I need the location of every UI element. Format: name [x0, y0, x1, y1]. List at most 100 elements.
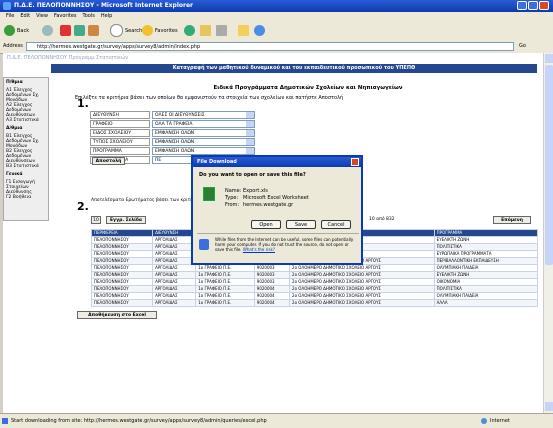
address-input[interactable]: http://hermes.westgate.gr/survey/apps/su… — [26, 42, 514, 51]
table-cell: ΠΕΛΟΠΟΝΝΗΣΟΥ — [90, 243, 154, 251]
submit-button[interactable]: Αποστολή — [92, 157, 125, 165]
open-button[interactable]: Open — [251, 220, 281, 229]
star-icon — [142, 25, 153, 36]
refresh-icon — [74, 25, 85, 36]
excel-file-icon — [203, 187, 215, 201]
filter-row: ΤΥΠΟΣ ΣΧΟΛΕΙΟΥ ΕΜΦΑΝΙΣΗ ΟΛΩΝ — [90, 138, 290, 147]
messenger-button[interactable] — [254, 24, 267, 38]
from-value: hermes.westgate.gr — [243, 202, 294, 208]
refresh-button[interactable] — [74, 24, 87, 38]
filter-select[interactable]: ΕΜΦΑΝΙΣΗ ΟΛΩΝ — [152, 138, 255, 146]
dialog-title: File Download — [197, 159, 237, 165]
sidebar-item[interactable]: Γ2 Βοήθεια — [6, 195, 46, 200]
table-cell: ΑΡΓΟΛΙΔΑΣ — [152, 278, 197, 286]
name-label: Name: — [225, 188, 242, 194]
column-header[interactable]: ΔΙΕΥΘΥΝΣΗ — [152, 229, 197, 237]
table-cell: ΟΛΥΜΠΙΑΚΗ ΠΑΙΔΕΙΑ — [433, 292, 539, 300]
filter-label: ΠΡΟΓΡΑΜΜΑ — [90, 147, 150, 155]
table-cell: ΠΕΛΟΠΟΝΝΗΣΟΥ — [90, 285, 154, 293]
filter-select[interactable]: ΕΜΦΑΝΙΣΗ ΟΛΩΝ — [152, 129, 255, 137]
minimize-button[interactable] — [517, 1, 527, 10]
table-row: ΠΕΛΟΠΟΝΝΗΣΟΥΑΡΓΟΛΙΔΑΣ1ο ΓΡΑΦΕΙΟ Π.Ε.9020… — [90, 278, 539, 286]
page-size-select[interactable]: 10 — [91, 216, 101, 224]
filter-select[interactable]: ΟΛΑ ΤΑ ΓΡΑΦΕΙΑ — [152, 120, 255, 128]
menu-item-file[interactable]: File — [6, 12, 14, 21]
table-cell: ΕΥΡΩΠΑΙΚΑ ΠΡΟΓΡΑΜΜΑΤΑ — [433, 250, 539, 258]
search-button[interactable]: Search — [110, 24, 142, 38]
menu-item-favorites[interactable]: Favorites — [54, 12, 77, 21]
mail-button[interactable] — [200, 24, 213, 38]
table-cell: 1ο ΓΡΑΦΕΙΟ Π.Ε. — [195, 292, 255, 300]
filter-select[interactable]: ΟΛΕΣ ΟΙ ΔΙΕΥΘΥΝΣΕΙΣ — [152, 111, 255, 119]
menu-item-view[interactable]: View — [36, 12, 48, 21]
table-cell: ΑΡΓΟΛΙΔΑΣ — [152, 250, 197, 258]
sidebar-item[interactable]: B1 Έλεγχος Δεδομένων Σχ. Μονάδων — [6, 134, 46, 149]
table-row: ΠΕΛΟΠΟΝΝΗΣΟΥΑΡΓΟΛΙΔΑΣ1ο ΓΡΑΦΕΙΟ Π.Ε.9020… — [90, 299, 539, 307]
forward-button[interactable] — [42, 24, 55, 38]
shield-icon — [199, 239, 209, 250]
table-cell: 2ο ΟΛΟΗΜΕΡΟ ΔΗΜΟΤΙΚΟ ΣΧΟΛΕΙΟ ΑΡΓΟΥΣ — [289, 278, 435, 286]
table-row: ΠΕΛΟΠΟΝΝΗΣΟΥΑΡΓΟΛΙΔΑΣ1ο ΓΡΑΦΕΙΟ Π.Ε.9020… — [90, 292, 539, 300]
print-button[interactable] — [216, 24, 229, 38]
menu-item-tools[interactable]: Tools — [83, 12, 95, 21]
results-caption: Αποτελέσματα Ερωτήματος βάσει των κριτηρ… — [91, 198, 204, 203]
table-cell: ΠΕΛΟΠΟΝΝΗΣΟΥ — [90, 299, 154, 307]
messenger-icon — [254, 25, 265, 36]
scroll-thumb[interactable] — [545, 65, 553, 265]
sidebar-item[interactable]: B2 Έλεγχος Δεδομένων Διευθύνσεων — [6, 149, 46, 164]
prev-page-button[interactable]: Εγγρ. Σελίδα — [106, 216, 146, 224]
column-header[interactable]: ΠΕΡΙΦΕΡΕΙΑ — [90, 229, 154, 237]
filter-row: ΕΙΔΟΣ ΣΧΟΛΕΙΟΥ ΕΜΦΑΝΙΣΗ ΟΛΩΝ — [90, 129, 290, 138]
vertical-scrollbar[interactable] — [543, 53, 553, 413]
sidebar-item[interactable]: A3 Στατιστικά — [6, 118, 46, 123]
stop-button[interactable] — [60, 24, 73, 38]
sidebar-item[interactable]: A1 Έλεγχος Δεδομένων Σχ. Μονάδων — [6, 88, 46, 103]
menu-item-help[interactable]: Help — [101, 12, 112, 21]
export-excel-button[interactable]: Αποθήκευση στο Excel — [77, 311, 157, 319]
table-cell: 1ο ΓΡΑΦΕΙΟ Π.Ε. — [195, 278, 255, 286]
risk-link[interactable]: What's the risk? — [243, 247, 275, 252]
sidebar: Π/θμια A1 Έλεγχος Δεδομένων Σχ. Μονάδων A2… — [3, 77, 49, 221]
menu-item-edit[interactable]: Edit — [20, 12, 30, 21]
from-label: From: — [225, 202, 240, 208]
scroll-up-button[interactable] — [545, 54, 553, 63]
table-cell: ΕΥΕΛΙΚΤΗ ΖΩΝΗ — [433, 271, 539, 279]
next-page-button[interactable]: Επόμενη — [493, 216, 531, 224]
maximize-button[interactable] — [528, 1, 538, 10]
table-cell: ΠΟΛΙΤΙΣΤΙΚΑ — [433, 285, 539, 293]
scroll-down-button[interactable] — [545, 402, 553, 411]
dialog-question: Do you want to open or save this file? — [199, 172, 306, 178]
home-button[interactable] — [88, 24, 101, 38]
table-cell: 9020004 — [253, 285, 291, 293]
favorites-button[interactable]: Favorites — [142, 24, 178, 38]
cancel-button[interactable]: Cancel — [321, 220, 351, 229]
table-cell: ΕΥΕΛΙΚΤΗ ΖΩΝΗ — [433, 236, 539, 244]
column-header[interactable]: ΠΡΟΓΡΑΜΜΑ — [433, 229, 539, 237]
sidebar-section-header: Π/θμια — [6, 80, 23, 85]
sidebar-item[interactable]: A2 Έλεγχος Δεδομένων Διευθύνσεων — [6, 103, 46, 118]
table-row: ΠΕΛΟΠΟΝΝΗΣΟΥΑΡΓΟΛΙΔΑΣ1ο ΓΡΑΦΕΙΟ Π.Ε.9020… — [90, 264, 539, 272]
table-cell: ΠΕΛΟΠΟΝΝΗΣΟΥ — [90, 236, 154, 244]
table-cell: 9020003 — [253, 264, 291, 272]
folder-button[interactable] — [238, 24, 251, 38]
toolbar: Back Search Favorites — [0, 21, 553, 42]
history-icon — [184, 25, 195, 36]
table-cell: ΟΛΥΜΠΙΑΚΗ ΠΑΙΔΕΙΑ — [433, 264, 539, 272]
dialog-close-button[interactable] — [351, 158, 359, 166]
go-button[interactable]: Go — [519, 42, 526, 51]
table-cell: ΑΡΓΟΛΙΔΑΣ — [152, 264, 197, 272]
filter-select[interactable]: ΕΜΦΑΝΙΣΗ ΟΛΩΝ — [152, 147, 255, 155]
history-button[interactable] — [184, 24, 197, 38]
home-icon — [88, 25, 99, 36]
page-crumb: Π.Δ.Ε. ΠΕΛΟΠΟΝΝΗΣΟΥ Πρόγραμμ Στατιστικών — [7, 55, 128, 61]
save-button[interactable]: Save — [286, 220, 316, 229]
sidebar-item[interactable]: Γ1 Εισαγωγή Στοιχείων Διεύθυνσης — [6, 180, 46, 195]
file-download-dialog: File Download Do you want to open or sav… — [191, 155, 363, 265]
table-row: ΠΕΛΟΠΟΝΝΗΣΟΥΑΡΓΟΛΙΔΑΣ1ο ΓΡΑΦΕΙΟ Π.Ε.9020… — [90, 271, 539, 279]
sidebar-item[interactable]: B3 Στατιστικά — [6, 164, 46, 169]
table-cell: 9020003 — [253, 278, 291, 286]
close-button[interactable] — [539, 1, 549, 10]
table-row: ΠΕΛΟΠΟΝΝΗΣΟΥΑΡΓΟΛΙΔΑΣ1ο ΓΡΑΦΕΙΟ Π.Ε.9020… — [90, 285, 539, 293]
back-button[interactable]: Back — [4, 24, 29, 38]
search-label: Search — [125, 28, 143, 34]
